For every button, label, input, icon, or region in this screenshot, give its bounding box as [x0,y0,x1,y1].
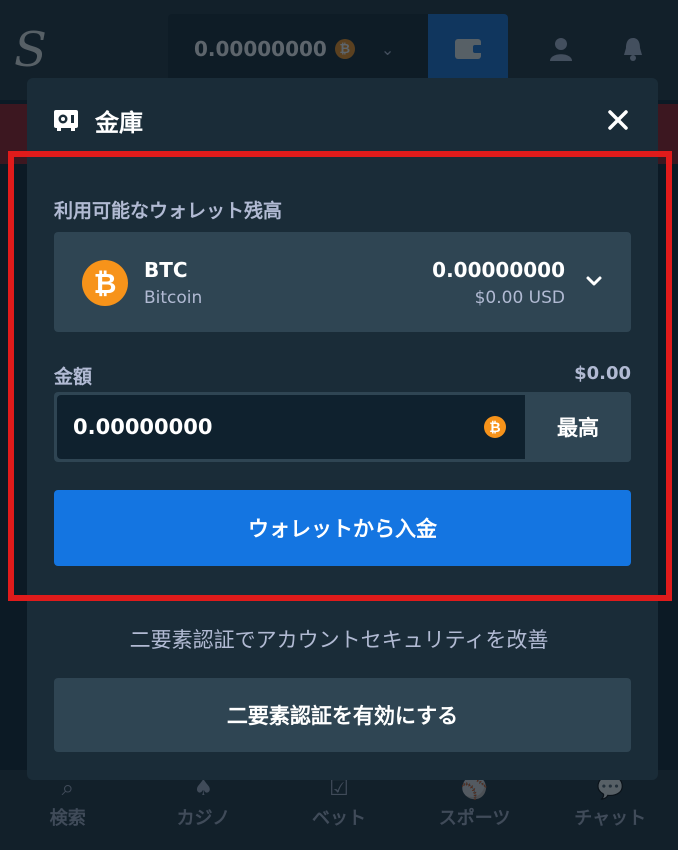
deposit-from-wallet-button[interactable]: ウォレットから入金 [54,490,631,566]
vault-icon [54,110,78,131]
currency-select[interactable]: ₿ BTC Bitcoin 0.00000000 $0.00 USD [54,232,631,332]
currency-code: BTC [144,258,188,282]
max-button[interactable]: 最高 [525,392,631,462]
chevron-down-icon [586,276,602,286]
modal-title: 金庫 [95,108,143,137]
enable-2fa-button[interactable]: 二要素認証を有効にする [54,678,631,752]
amount-usd-value: $0.00 [574,363,631,384]
currency-name: Bitcoin [144,288,203,308]
modal-header: 金庫 [27,78,658,162]
twofa-promo-text: 二要素認証でアカウントセキュリティを改善 [129,628,549,652]
amount-field: ₿ 最高 [54,392,631,462]
close-icon[interactable] [606,108,630,132]
wallet-amount: 0.00000000 [432,258,565,282]
bitcoin-icon: ₿ [484,416,506,438]
bitcoin-icon: ₿ [82,260,128,306]
amount-input[interactable] [57,395,525,459]
amount-label: 金額 [54,366,93,388]
wallet-usd-value: $0.00 USD [474,288,565,308]
wallet-balance-label: 利用可能なウォレット残高 [54,200,283,222]
